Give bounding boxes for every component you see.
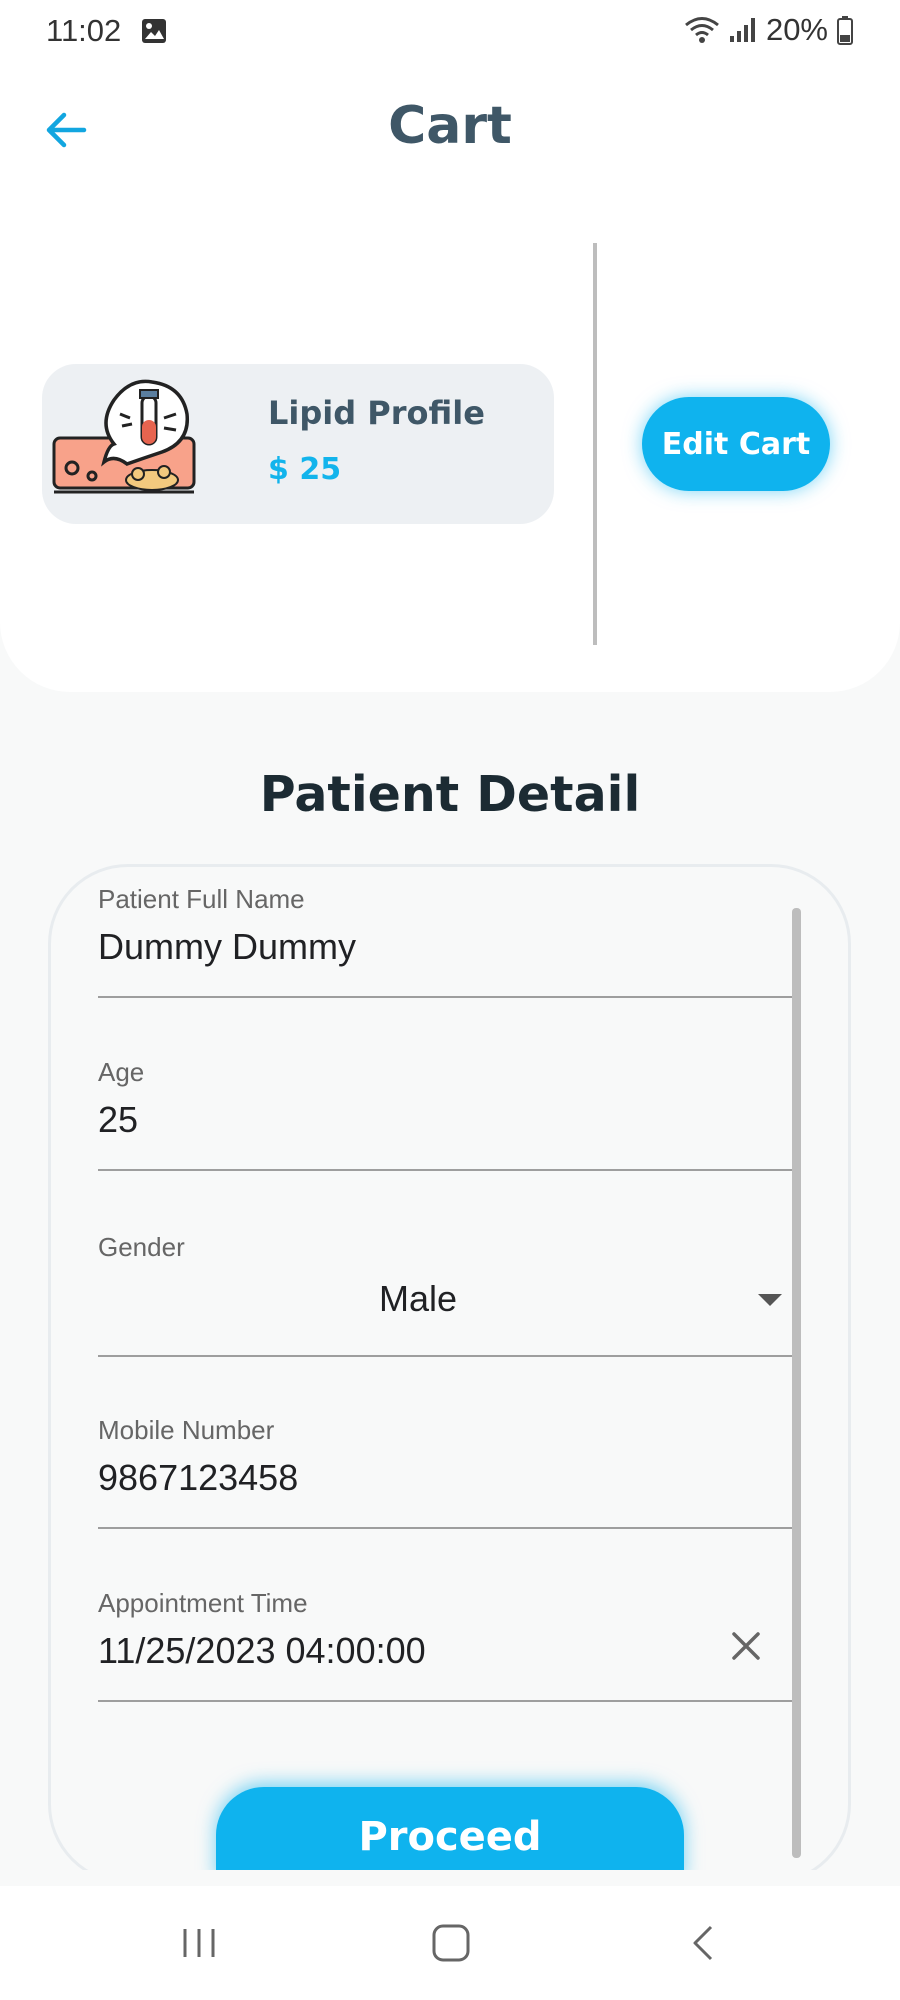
section-title: Patient Detail xyxy=(259,766,641,823)
vertical-divider xyxy=(593,243,597,645)
system-back-button[interactable] xyxy=(668,1908,738,1978)
mobile-number-input[interactable]: 9867123458 xyxy=(98,1457,298,1499)
form-scrollbar[interactable] xyxy=(792,908,801,1858)
recent-apps-icon xyxy=(183,1929,215,1957)
home-button[interactable] xyxy=(416,1908,486,1978)
gender-label: Gender xyxy=(98,1232,185,1262)
lipid-test-tube-illustration xyxy=(52,379,196,494)
appointment-time-field[interactable]: Appointment Time 11/25/2023 04:00:00 xyxy=(98,1584,792,1702)
wifi-icon xyxy=(685,17,719,43)
patient-name-label: Patient Full Name xyxy=(98,884,305,914)
status-time: 11:02 xyxy=(46,13,122,48)
system-nav-bar xyxy=(0,1886,900,2000)
mobile-number-field[interactable]: Mobile Number 9867123458 xyxy=(98,1411,792,1529)
cart-item-name: Lipid Profile xyxy=(268,394,485,432)
patient-name-field[interactable]: Patient Full Name Dummy Dummy xyxy=(98,880,792,998)
proceed-button[interactable]: Proceed xyxy=(216,1787,684,1883)
status-right: 20% xyxy=(684,12,854,48)
battery-icon xyxy=(837,16,853,45)
gender-selected-value[interactable]: Male xyxy=(98,1278,738,1320)
age-input[interactable]: 25 xyxy=(98,1099,138,1141)
recent-apps-button[interactable] xyxy=(164,1908,234,1978)
home-icon xyxy=(432,1924,470,1962)
patient-form-card xyxy=(48,864,851,1884)
age-label: Age xyxy=(98,1057,145,1087)
appointment-time-input[interactable]: 11/25/2023 04:00:00 xyxy=(98,1630,426,1672)
patient-name-input[interactable]: Dummy Dummy xyxy=(98,926,356,968)
cart-item-price: $ 25 xyxy=(268,452,342,487)
edit-cart-button[interactable]: Edit Cart xyxy=(642,397,830,491)
scroll-clip xyxy=(0,1870,900,1886)
gallery-icon xyxy=(142,19,166,43)
chevron-left-icon xyxy=(693,1925,713,1961)
mobile-number-label: Mobile Number xyxy=(98,1415,275,1445)
status-bar: 11:02 20% xyxy=(0,0,900,62)
page-title: Cart xyxy=(388,96,512,156)
gender-dropdown[interactable]: Gender Male xyxy=(98,1226,792,1357)
battery-percent: 20% xyxy=(765,12,828,47)
cart-item: Lipid Profile $ 25 xyxy=(42,364,554,524)
signal-icon xyxy=(729,18,755,42)
appointment-time-label: Appointment Time xyxy=(98,1588,308,1618)
close-icon[interactable] xyxy=(726,1626,766,1666)
age-field[interactable]: Age 25 xyxy=(98,1053,792,1171)
dropdown-arrow-icon[interactable] xyxy=(758,1294,782,1306)
